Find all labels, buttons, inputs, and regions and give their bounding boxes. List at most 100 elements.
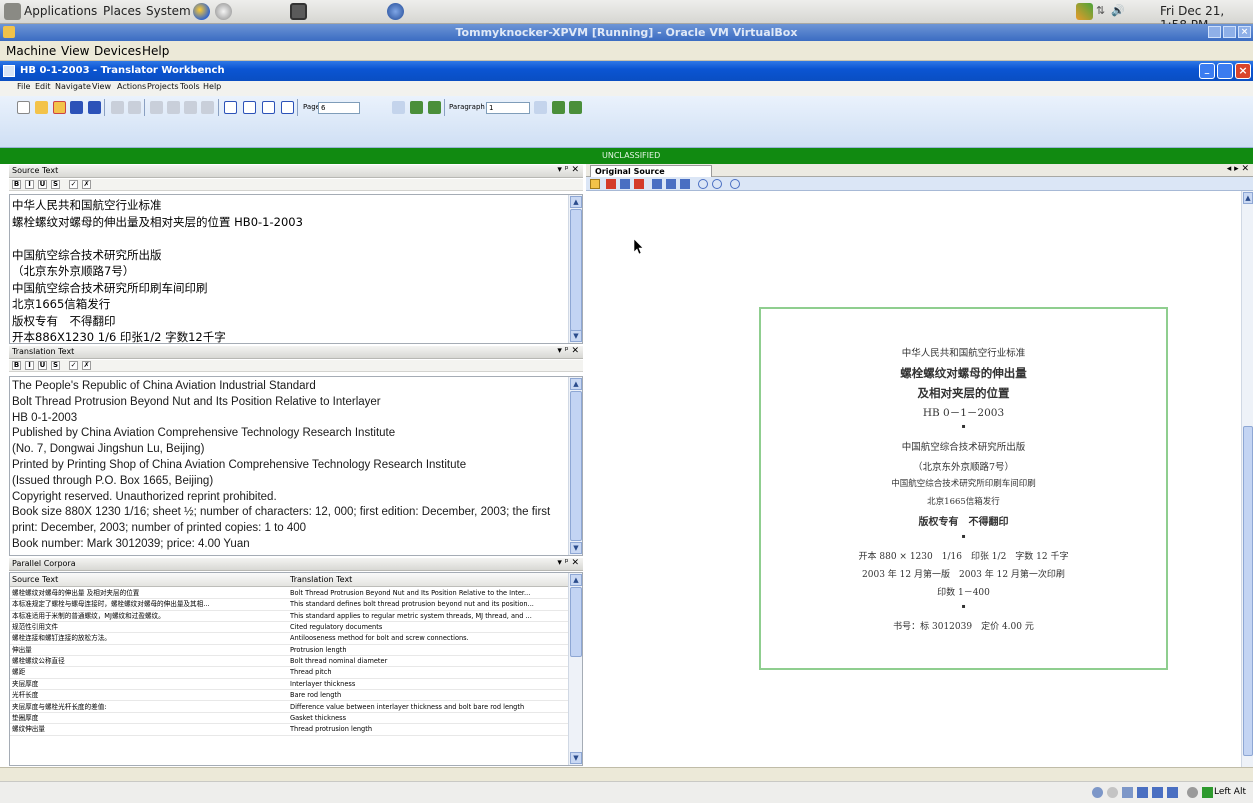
bold-button[interactable]: B xyxy=(12,361,21,370)
save-icon[interactable] xyxy=(70,101,83,114)
scroll-down-icon[interactable]: ▼ xyxy=(570,752,582,764)
table-row[interactable]: 光杆长度 Bare rod length xyxy=(10,690,568,702)
table-row[interactable]: 本标准规定了螺栓与螺母连接时，螺栓螺纹对螺母的伸出量及其相... This sta… xyxy=(10,599,568,611)
zoom-fit-icon[interactable] xyxy=(730,179,740,189)
update-notifier-icon[interactable] xyxy=(1076,3,1093,20)
table-row[interactable]: 螺栓螺纹公称直径 Bolt thread nominal diameter xyxy=(10,656,568,668)
undo-icon[interactable] xyxy=(111,101,124,114)
redo-icon[interactable] xyxy=(128,101,141,114)
paragraph-dropdown-icon[interactable] xyxy=(534,101,547,114)
italic-button[interactable]: I xyxy=(25,361,34,370)
table-row[interactable]: 夹层厚度 Interlayer thickness xyxy=(10,679,568,691)
document-panel-controls[interactable]: ◂ ▸ ✕ xyxy=(1227,164,1249,174)
network-icon[interactable]: ⇅ xyxy=(1096,4,1105,17)
link-icon[interactable] xyxy=(201,101,214,114)
source-panel-controls[interactable]: ▾ ᵖ ✕ xyxy=(557,165,579,175)
menu-file[interactable]: File xyxy=(17,82,30,91)
layout-columns-icon[interactable] xyxy=(262,101,275,114)
continuous-page-icon[interactable] xyxy=(680,179,690,189)
display-icon[interactable] xyxy=(1167,787,1178,798)
strike-button[interactable]: S xyxy=(51,180,60,189)
vbox-close-button[interactable]: × xyxy=(1238,26,1251,38)
shared-folder-icon[interactable] xyxy=(1152,787,1163,798)
terminal-icon[interactable] xyxy=(290,3,307,20)
move-tool-icon[interactable] xyxy=(620,179,630,189)
table-row[interactable]: 螺距 Thread pitch xyxy=(10,667,568,679)
source-scrollbar[interactable]: ▲ ▼ xyxy=(568,195,582,343)
underline-button[interactable]: U xyxy=(38,180,47,189)
table-row[interactable]: 本标准适用于米制的普通螺纹，MJ螺纹和过盈螺纹。 This standard ap… xyxy=(10,611,568,623)
layout-single-icon[interactable] xyxy=(281,101,294,114)
col-header-translation[interactable]: Translation Text xyxy=(290,575,352,584)
table-row[interactable]: 夹层厚度与螺栓光杆长度的差值: Difference value between … xyxy=(10,702,568,713)
clear-format-button[interactable]: ✗ xyxy=(82,180,91,189)
source-text-area[interactable]: 中华人民共和国航空行业标准 螺栓螺纹对螺母的伸出量及相对夹层的位置 HB0-1-2… xyxy=(9,194,583,344)
menu-view[interactable]: View xyxy=(92,82,111,91)
select-tool-icon[interactable] xyxy=(590,179,600,189)
underline-button[interactable]: U xyxy=(38,361,47,370)
menu-edit[interactable]: Edit xyxy=(35,82,51,91)
paste-icon[interactable] xyxy=(184,101,197,114)
spellcheck-button[interactable]: ✓ xyxy=(69,361,78,370)
clear-format-button[interactable]: ✗ xyxy=(82,361,91,370)
firefox-icon[interactable] xyxy=(193,3,210,20)
table-row[interactable]: 螺纹伸出量 Thread protrusion length xyxy=(10,724,568,736)
scroll-down-icon[interactable]: ▼ xyxy=(570,542,582,554)
paragraph-number-input[interactable]: 1 xyxy=(486,102,530,114)
col-header-source[interactable]: Source Text xyxy=(12,575,58,584)
mouse-integration-icon[interactable] xyxy=(1187,787,1198,798)
page-number-input[interactable]: 6 xyxy=(318,102,360,114)
menu-help[interactable]: Help xyxy=(203,82,221,91)
spellcheck-button[interactable]: ✓ xyxy=(69,180,78,189)
system-menu[interactable]: System xyxy=(146,4,191,18)
open-folder-icon[interactable] xyxy=(35,101,48,114)
open-recent-icon[interactable] xyxy=(53,101,66,114)
app-close-button[interactable]: × xyxy=(1235,63,1251,79)
vbox-menu-machine[interactable]: Machine xyxy=(6,44,56,58)
translation-scrollbar[interactable]: ▲ ▼ xyxy=(568,377,582,555)
page-dropdown-icon[interactable] xyxy=(392,101,405,114)
fit-tool-icon[interactable] xyxy=(634,179,644,189)
translation-panel-controls[interactable]: ▾ ᵖ ✕ xyxy=(557,346,579,356)
menu-navigate[interactable]: Navigate xyxy=(55,82,91,91)
volume-icon[interactable]: 🔊 xyxy=(1111,4,1125,17)
hard-disk-icon[interactable] xyxy=(1092,787,1103,798)
scroll-up-icon[interactable]: ▲ xyxy=(1243,192,1253,204)
vbox-menu-view[interactable]: View xyxy=(61,44,89,58)
cut-icon[interactable] xyxy=(150,101,163,114)
translation-text-area[interactable]: The People's Republic of China Aviation … xyxy=(9,376,583,556)
scroll-thumb[interactable] xyxy=(570,209,582,331)
vbox-minimize-button[interactable] xyxy=(1208,26,1221,38)
tab-original-source-document[interactable]: Original Source Document xyxy=(590,165,712,187)
zoom-in-icon[interactable] xyxy=(698,179,708,189)
cross-tool-icon[interactable] xyxy=(606,179,616,189)
strike-button[interactable]: S xyxy=(51,361,60,370)
gnome-foot-icon[interactable] xyxy=(4,3,21,20)
cd-drive-icon[interactable] xyxy=(1107,787,1118,798)
previous-paragraph-icon[interactable] xyxy=(552,101,565,114)
table-row[interactable]: 伸出量 Protrusion length xyxy=(10,645,568,657)
vbox-menu-help[interactable]: Help xyxy=(142,44,169,58)
layout-grid-icon[interactable] xyxy=(243,101,256,114)
network-adapter-icon[interactable] xyxy=(1137,787,1148,798)
next-paragraph-icon[interactable] xyxy=(569,101,582,114)
italic-button[interactable]: I xyxy=(25,180,34,189)
usb-icon[interactable] xyxy=(1122,787,1133,798)
scroll-up-icon[interactable]: ▲ xyxy=(570,196,582,208)
table-row[interactable]: 规范性引用文件 Cited regulatory documents xyxy=(10,622,568,634)
app-restore-button[interactable] xyxy=(1217,63,1233,79)
virtualbox-launcher-icon[interactable] xyxy=(387,3,404,20)
scroll-up-icon[interactable]: ▲ xyxy=(570,574,582,586)
table-row[interactable]: 螺栓连接和螺钉连接的放松方法。 Antilooseness method for … xyxy=(10,633,568,645)
single-page-icon[interactable] xyxy=(652,179,662,189)
next-page-icon[interactable] xyxy=(428,101,441,114)
menu-actions[interactable]: Actions xyxy=(117,82,146,91)
corpora-panel-controls[interactable]: ▾ ᵖ ✕ xyxy=(557,558,579,568)
document-viewer[interactable]: 中华人民共和国航空行业标准 螺栓螺纹对螺母的伸出量 及相对夹层的位置 HB 0－1－2… xyxy=(586,191,1253,767)
evolution-icon[interactable] xyxy=(215,3,232,20)
document-scrollbar[interactable]: ▲ xyxy=(1241,191,1253,767)
scroll-thumb[interactable] xyxy=(1243,426,1253,756)
table-row[interactable]: 螺栓螺纹对螺母的伸出量 及相对夹层的位置 Bolt Thread Protrusi… xyxy=(10,588,568,600)
app-minimize-button[interactable]: _ xyxy=(1199,63,1215,79)
two-page-icon[interactable] xyxy=(666,179,676,189)
